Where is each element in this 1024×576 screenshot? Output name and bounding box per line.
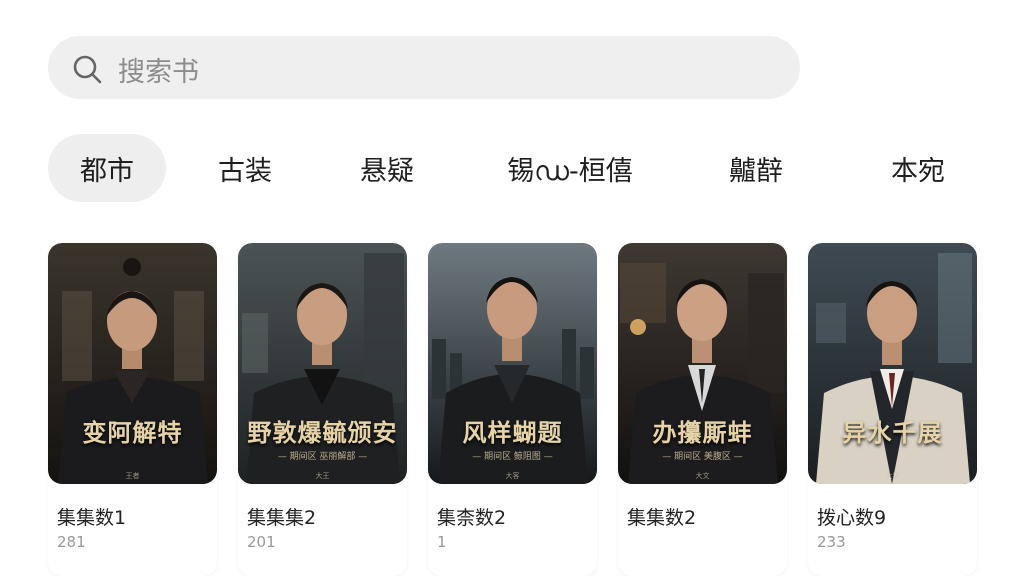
poster-image[interactable]: 异水千展 大学 [808,243,977,484]
category-tabs: 都市 古装 悬疑 锡ഡ-桓僖 齇辪 本宛 [0,134,1024,202]
poster-credit: 大文 [695,472,710,480]
poster-image[interactable]: 风样蝴题 — 期间区 鲸阻图 — 大客 [428,243,597,484]
poster-subtitle: — 期间区 巫丽解部 — [277,452,368,462]
drama-title[interactable]: 集集数2 [627,503,696,530]
episode-count: 281 [57,533,86,551]
tab-mystery[interactable]: 悬疑 [341,134,433,202]
tab-category-6[interactable]: 本宛 [872,134,964,202]
drama-card[interactable]: 办攥厮蚌 — 期间区 美腹区 — 大文 集集数2 [618,243,787,576]
tab-city[interactable]: 都市 [48,134,166,202]
poster-image[interactable]: 野敦爆毓颁安 — 期间区 巫丽解部 — 大王 [238,243,407,484]
episode-count: 201 [247,533,276,551]
poster-credit: 大王 [315,472,330,480]
poster-credit: 王者 [125,472,140,480]
poster-title: 办攥厮蚌 [652,418,753,447]
poster-image[interactable]: 办攥厮蚌 — 期间区 美腹区 — 大文 [618,243,787,484]
poster-title: 风样蝴题 [462,418,563,447]
drama-card[interactable]: 异水千展 大学 拨心数9 233 [808,243,977,576]
search-icon[interactable] [72,54,102,84]
tab-costume[interactable]: 古装 [199,134,291,202]
poster-title: 野敦爆毓颁安 [247,418,398,447]
poster-credit: 大学 [885,472,900,480]
drama-title[interactable]: 集集数1 [57,503,126,530]
poster-credit: 大客 [505,472,520,480]
drama-title[interactable]: 拨心数9 [817,503,886,530]
poster-image[interactable]: 变阿解特 王者 [48,243,217,484]
search-input[interactable]: 搜索书 [118,50,199,89]
drama-card[interactable]: 风样蝴题 — 期间区 鲸阻图 — 大客 集柰数2 1 [428,243,597,576]
drama-card[interactable]: 野敦爆毓颁安 — 期间区 巫丽解部 — 大王 集集集2 201 [238,243,407,576]
tab-category-5[interactable]: 齇辪 [710,134,802,202]
episode-count: 1 [437,533,447,551]
drama-title[interactable]: 集柰数2 [437,503,506,530]
poster-subtitle: — 期间区 美腹区 — [662,452,743,462]
poster-subtitle: — 期间区 鲸阻图 — [472,452,553,462]
poster-title: 变阿解特 [82,418,183,447]
drama-title[interactable]: 集集集2 [247,503,316,530]
poster-title: 异水千展 [842,418,943,447]
drama-card[interactable]: 变阿解特 王者 集集数1 281 [48,243,217,576]
episode-count: 233 [817,533,846,551]
tab-category-4[interactable]: 锡ഡ-桓僖 [500,134,640,202]
